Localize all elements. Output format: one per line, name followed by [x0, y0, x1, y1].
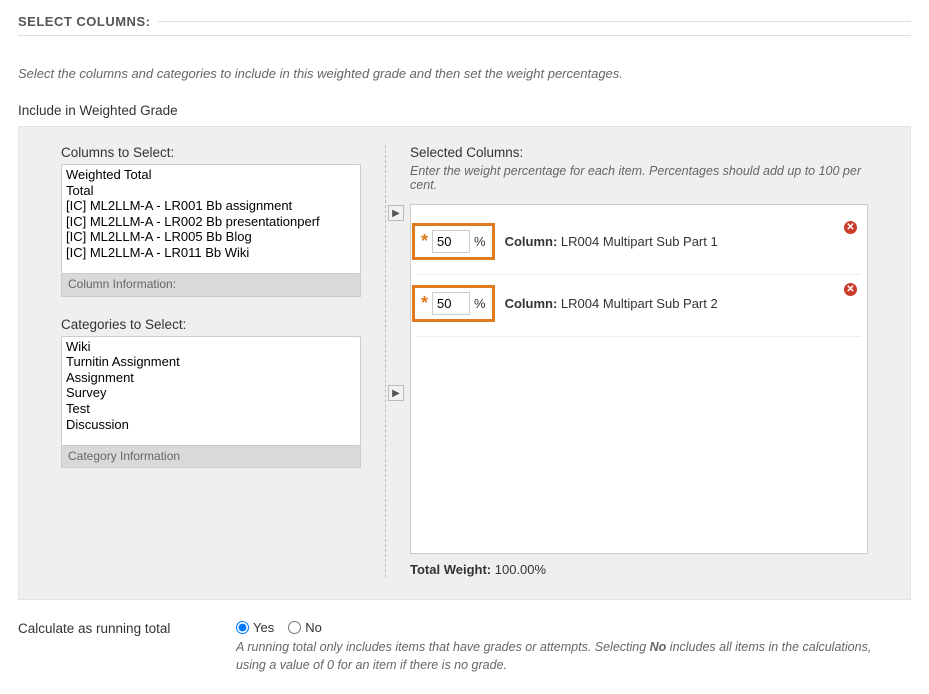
- required-star-icon: *: [421, 235, 428, 248]
- weight-input[interactable]: [432, 230, 470, 253]
- column-prefix: Column:: [505, 296, 558, 311]
- section-title-rule: [158, 21, 911, 22]
- selected-item-label: Column: LR004 Multipart Sub Part 1: [505, 234, 718, 249]
- chevron-right-icon: ▶: [392, 388, 400, 399]
- running-total-hint: A running total only includes items that…: [236, 639, 896, 674]
- column-prefix: Column:: [505, 234, 558, 249]
- running-total-radios: Yes No: [236, 620, 896, 635]
- selected-item-row: *% Column: LR004 Multipart Sub Part 1 ✕: [417, 213, 861, 275]
- running-no-radio[interactable]: [288, 621, 301, 634]
- category-option[interactable]: Wiki: [64, 339, 358, 355]
- include-label: Include in Weighted Grade: [18, 103, 911, 118]
- source-column: Columns to Select: Weighted TotalTotal[I…: [61, 145, 361, 577]
- category-option[interactable]: Survey: [64, 385, 358, 401]
- category-option[interactable]: Assignment: [64, 370, 358, 386]
- move-columns-right-button[interactable]: ▶: [388, 205, 404, 221]
- running-yes-label: Yes: [253, 620, 274, 635]
- running-yes-radio[interactable]: [236, 621, 249, 634]
- selected-column-area: ▶ ▶ Selected Columns: Enter the weight p…: [410, 145, 868, 577]
- move-categories-right-button[interactable]: ▶: [388, 385, 404, 401]
- running-yes-option[interactable]: Yes: [236, 620, 274, 635]
- remove-item-icon[interactable]: ✕: [844, 221, 857, 234]
- weighted-grade-panel: Columns to Select: Weighted TotalTotal[I…: [18, 126, 911, 600]
- running-hint-bold: No: [650, 640, 667, 654]
- chevron-right-icon: ▶: [392, 208, 400, 219]
- running-total-row: Calculate as running total Yes No A runn…: [18, 614, 911, 680]
- column-option[interactable]: [IC] ML2LLM-A - LR002 Bb presentationper…: [64, 214, 358, 230]
- panel-divider: [385, 145, 386, 577]
- total-weight-value: 100.00%: [495, 562, 546, 577]
- category-info-bar: Category Information: [61, 446, 361, 469]
- selected-item-label: Column: LR004 Multipart Sub Part 2: [505, 296, 718, 311]
- total-weight-line: Total Weight: 100.00%: [410, 562, 868, 577]
- running-total-label: Calculate as running total: [18, 620, 218, 636]
- required-star-icon: *: [421, 297, 428, 310]
- selected-columns-box: *% Column: LR004 Multipart Sub Part 1 ✕ *% C…: [410, 204, 868, 554]
- columns-listbox[interactable]: Weighted TotalTotal[IC] ML2LLM-A - LR001…: [61, 164, 361, 274]
- column-option[interactable]: Weighted Total: [64, 167, 358, 183]
- running-hint-pre: A running total only includes items that…: [236, 640, 650, 654]
- categories-listbox[interactable]: WikiTurnitin AssignmentAssignmentSurveyT…: [61, 336, 361, 446]
- running-no-option[interactable]: No: [288, 620, 322, 635]
- weight-highlight-box: *%: [412, 223, 495, 260]
- total-weight-label: Total Weight:: [410, 562, 491, 577]
- percent-sign: %: [474, 234, 486, 249]
- percent-sign: %: [474, 296, 486, 311]
- selected-columns-label: Selected Columns:: [410, 145, 868, 160]
- column-option[interactable]: [IC] ML2LLM-A - LR011 Bb Wiki: [64, 245, 358, 261]
- selected-item-row: *% Column: LR004 Multipart Sub Part 2 ✕: [417, 275, 861, 337]
- category-option[interactable]: Discussion: [64, 417, 358, 433]
- section-title-text: SELECT COLUMNS:: [18, 14, 150, 29]
- remove-item-icon[interactable]: ✕: [844, 283, 857, 296]
- weight-input[interactable]: [432, 292, 470, 315]
- weight-highlight-box: *%: [412, 285, 495, 322]
- category-option[interactable]: Test: [64, 401, 358, 417]
- category-option[interactable]: Turnitin Assignment: [64, 354, 358, 370]
- column-info-bar: Column Information:: [61, 274, 361, 297]
- columns-to-select-label: Columns to Select:: [61, 145, 361, 160]
- column-option[interactable]: [IC] ML2LLM-A - LR005 Bb Blog: [64, 229, 358, 245]
- section-title: SELECT COLUMNS:: [18, 14, 911, 36]
- running-no-label: No: [305, 620, 322, 635]
- section-instruction: Select the columns and categories to inc…: [18, 66, 911, 81]
- column-option[interactable]: [IC] ML2LLM-A - LR001 Bb assignment: [64, 198, 358, 214]
- column-option[interactable]: Total: [64, 183, 358, 199]
- categories-to-select-label: Categories to Select:: [61, 317, 361, 332]
- selected-columns-hint: Enter the weight percentage for each ite…: [410, 164, 868, 192]
